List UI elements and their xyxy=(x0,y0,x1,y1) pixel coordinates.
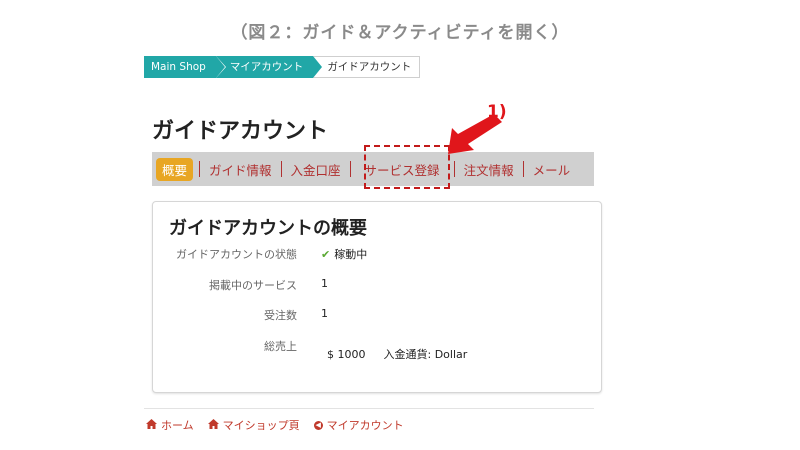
summary-panel: ガイドアカウントの概要 ガイドアカウントの状態 ✔ 稼動中 掲載中のサービス 1 … xyxy=(152,201,602,393)
currency-label: 入金通貨: Dollar xyxy=(383,348,468,361)
check-icon: ✔ xyxy=(321,248,331,261)
orders-label: 受注数 xyxy=(264,309,297,322)
arrow-left-circle-icon: ◀ xyxy=(313,420,323,430)
tab-bank-account[interactable]: 入金口座 xyxy=(282,160,350,179)
listed-services-label: 掲載中のサービス xyxy=(209,279,297,292)
breadcrumb-my-account[interactable]: マイアカウント xyxy=(215,56,323,78)
footer-my-account-link[interactable]: ◀ マイアカウント xyxy=(313,417,404,433)
home-icon xyxy=(146,418,157,432)
figure-caption: （図２：ガイド＆アクティビティを開く） xyxy=(230,23,570,43)
footer-home-link[interactable]: ホーム xyxy=(146,417,194,433)
listed-services-value: 1 xyxy=(321,277,328,290)
tab-mail[interactable]: メール xyxy=(524,160,580,179)
annotation-highlight-box xyxy=(364,145,450,189)
annotation-arrow-icon xyxy=(448,114,502,154)
page-title: ガイドアカウント xyxy=(152,119,329,144)
breadcrumb-guide-account: ガイドアカウント xyxy=(313,56,421,78)
tab-order-info[interactable]: 注文情報 xyxy=(455,160,523,179)
breadcrumb: Main Shop マイアカウント ガイドアカウント xyxy=(144,56,421,78)
footer-divider xyxy=(144,408,594,409)
footer-my-shop-link[interactable]: マイショップ頁 xyxy=(207,417,300,433)
sales-label: 総売上 xyxy=(264,340,297,353)
home-icon xyxy=(207,418,219,432)
app-screen: Main Shop マイアカウント ガイドアカウント ガイドアカウント 概要 ガ… xyxy=(144,52,602,442)
summary-title: ガイドアカウントの概要 xyxy=(169,218,367,239)
tab-overview[interactable]: 概要 xyxy=(156,157,194,181)
status-label: ガイドアカウントの状態 xyxy=(176,248,297,261)
sales-value: $ 1000 xyxy=(327,348,366,361)
footer-links: ホーム マイショップ頁 ◀ マイアカウント xyxy=(146,417,418,433)
breadcrumb-main-shop[interactable]: Main Shop xyxy=(144,56,226,78)
status-value: 稼動中 xyxy=(334,248,368,261)
tab-guide-info[interactable]: ガイド情報 xyxy=(200,160,281,179)
orders-value: 1 xyxy=(321,307,328,320)
